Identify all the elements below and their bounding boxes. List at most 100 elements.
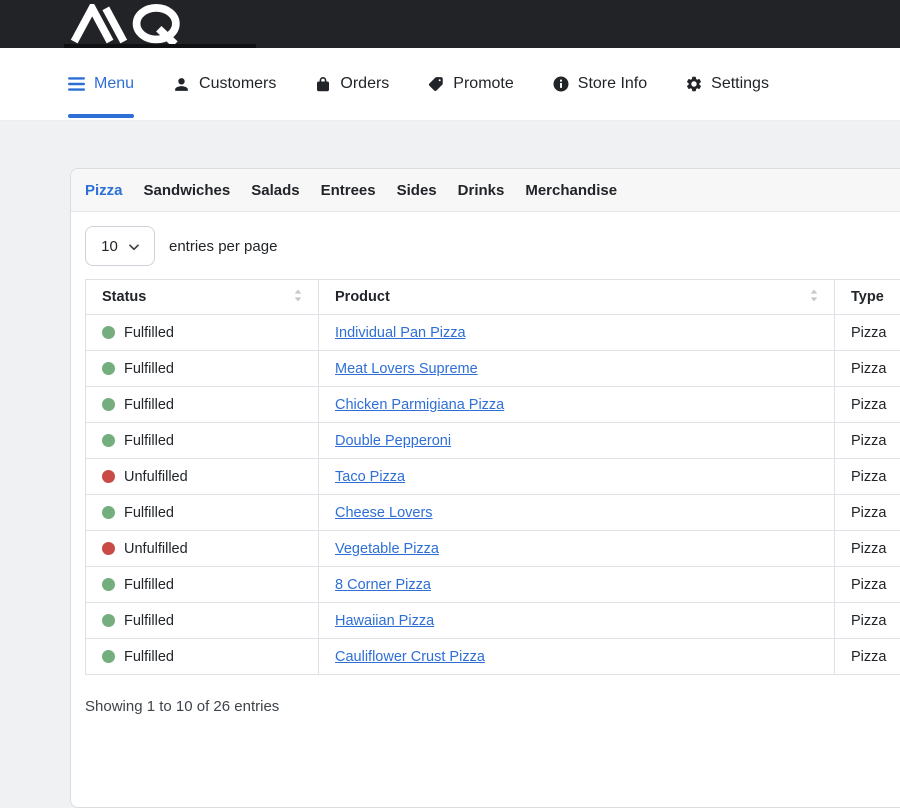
status-cell: Fulfilled (86, 639, 319, 675)
product-link[interactable]: Taco Pizza (335, 469, 405, 485)
status-label: Fulfilled (124, 325, 174, 341)
product-cell: 8 Corner Pizza (319, 567, 835, 603)
main-navbar: Menu Customers Orders Promote (0, 48, 900, 121)
type-cell: Pizza (835, 603, 900, 639)
tab-pizza[interactable]: Pizza (85, 182, 123, 199)
nav-item-customers[interactable]: Customers (172, 48, 276, 120)
status-cell: Unfulfilled (86, 531, 319, 567)
chevron-down-icon (129, 238, 139, 255)
status-dot-fulfilled (102, 578, 115, 591)
tag-icon (427, 75, 445, 93)
table-row: FulfilledCauliflower Crust PizzaPizza (86, 639, 900, 675)
status-dot-fulfilled (102, 398, 115, 411)
product-cell: Meat Lovers Supreme (319, 351, 835, 387)
product-link[interactable]: Hawaiian Pizza (335, 613, 434, 629)
type-cell: Pizza (835, 351, 900, 387)
entries-per-page-select[interactable]: 10 (85, 226, 155, 266)
product-link[interactable]: 8 Corner Pizza (335, 577, 431, 593)
nav-item-label: Menu (94, 75, 134, 93)
info-icon (552, 75, 570, 93)
product-link[interactable]: Chicken Parmigiana Pizza (335, 397, 504, 413)
product-cell: Hawaiian Pizza (319, 603, 835, 639)
column-header-product[interactable]: Product (319, 280, 835, 315)
column-header-status[interactable]: Status (86, 280, 319, 315)
nav-item-label: Settings (711, 75, 769, 93)
nav-item-label: Promote (453, 75, 513, 93)
status-dot-fulfilled (102, 326, 115, 339)
table-row: Fulfilled Cheese Lovers Pizza (86, 495, 900, 531)
status-cell: Fulfilled (86, 423, 319, 459)
person-icon (172, 75, 191, 94)
category-tabs: Pizza Sandwiches Salads Entrees Sides Dr… (71, 169, 900, 212)
product-cell: Taco Pizza (319, 459, 835, 495)
menu-table-body: FulfilledIndividual Pan PizzaPizzaFulfil… (86, 315, 900, 675)
nav-item-label: Customers (199, 75, 276, 93)
nav-item-store-info[interactable]: Store Info (552, 48, 647, 120)
column-header-type[interactable]: Type (835, 280, 900, 315)
tab-merchandise[interactable]: Merchandise (525, 182, 617, 199)
top-bar (0, 0, 900, 48)
status-label: Fulfilled (124, 613, 174, 629)
entries-per-page-row: 10 entries per page (85, 226, 900, 266)
nav-item-label: Store Info (578, 75, 647, 93)
tab-entrees[interactable]: Entrees (321, 182, 376, 199)
product-link[interactable]: Cauliflower Crust Pizza (335, 649, 485, 665)
product-link[interactable]: Double Pepperoni (335, 433, 451, 449)
product-cell: Vegetable Pizza (319, 531, 835, 567)
nav-item-orders[interactable]: Orders (314, 48, 389, 120)
active-nav-underline (68, 114, 134, 118)
sort-icon[interactable] (294, 289, 302, 306)
nav-item-label: Orders (340, 75, 389, 93)
product-cell: Double Pepperoni (319, 423, 835, 459)
tab-sides[interactable]: Sides (397, 182, 437, 199)
type-cell: Pizza (835, 387, 900, 423)
bag-icon (314, 75, 332, 94)
menu-card: Pizza Sandwiches Salads Entrees Sides Dr… (70, 168, 900, 808)
type-cell: Pizza (835, 495, 900, 531)
status-dot-fulfilled (102, 506, 115, 519)
products-table: Status Product (85, 279, 900, 675)
status-cell: Fulfilled (86, 351, 319, 387)
status-dot-fulfilled (102, 650, 115, 663)
column-header-label: Status (102, 289, 146, 305)
tab-salads[interactable]: Salads (251, 182, 299, 199)
product-cell: Cheese Lovers (319, 495, 835, 531)
sort-icon[interactable] (810, 289, 818, 306)
tab-sandwiches[interactable]: Sandwiches (144, 182, 231, 199)
table-header-row: Status Product (86, 280, 900, 315)
status-cell: Fulfilled (86, 315, 319, 351)
product-cell: Cauliflower Crust Pizza (319, 639, 835, 675)
status-label: Fulfilled (124, 397, 174, 413)
status-cell: Fulfilled (86, 495, 319, 531)
table-row: Fulfilled Double Pepperoni Pizza (86, 423, 900, 459)
type-cell: Pizza (835, 567, 900, 603)
table-row: Fulfilled 8 Corner Pizza Pizza (86, 567, 900, 603)
table-row: Fulfilled Hawaiian Pizza Pizza (86, 603, 900, 639)
table-row: FulfilledIndividual Pan PizzaPizza (86, 315, 900, 351)
product-link[interactable]: Cheese Lovers (335, 505, 433, 521)
table-row: UnfulfilledVegetable PizzaPizza (86, 531, 900, 567)
nav-item-promote[interactable]: Promote (427, 48, 513, 120)
status-label: Fulfilled (124, 577, 174, 593)
status-label: Fulfilled (124, 649, 174, 665)
gear-icon (685, 75, 703, 93)
status-dot-unfulfilled (102, 542, 115, 555)
status-label: Fulfilled (124, 433, 174, 449)
status-cell: Unfulfilled (86, 459, 319, 495)
status-label: Unfulfilled (124, 541, 188, 557)
status-dot-fulfilled (102, 434, 115, 447)
nav-item-menu[interactable]: Menu (68, 48, 134, 120)
table-row: Fulfilled Meat Lovers Supreme Pizza (86, 351, 900, 387)
table-row: Fulfilled Chicken Parmigiana Pizza Pizza (86, 387, 900, 423)
card-body: 10 entries per page Status (71, 212, 900, 729)
type-cell: Pizza (835, 423, 900, 459)
tab-drinks[interactable]: Drinks (458, 182, 505, 199)
product-link[interactable]: Vegetable Pizza (335, 541, 439, 557)
product-link[interactable]: Individual Pan Pizza (335, 325, 466, 341)
nav-item-settings[interactable]: Settings (685, 48, 769, 120)
table-summary: Showing 1 to 10 of 26 entries (85, 698, 900, 715)
entries-per-page-value: 10 (101, 238, 118, 255)
product-link[interactable]: Meat Lovers Supreme (335, 361, 478, 377)
status-dot-fulfilled (102, 614, 115, 627)
type-cell: Pizza (835, 459, 900, 495)
